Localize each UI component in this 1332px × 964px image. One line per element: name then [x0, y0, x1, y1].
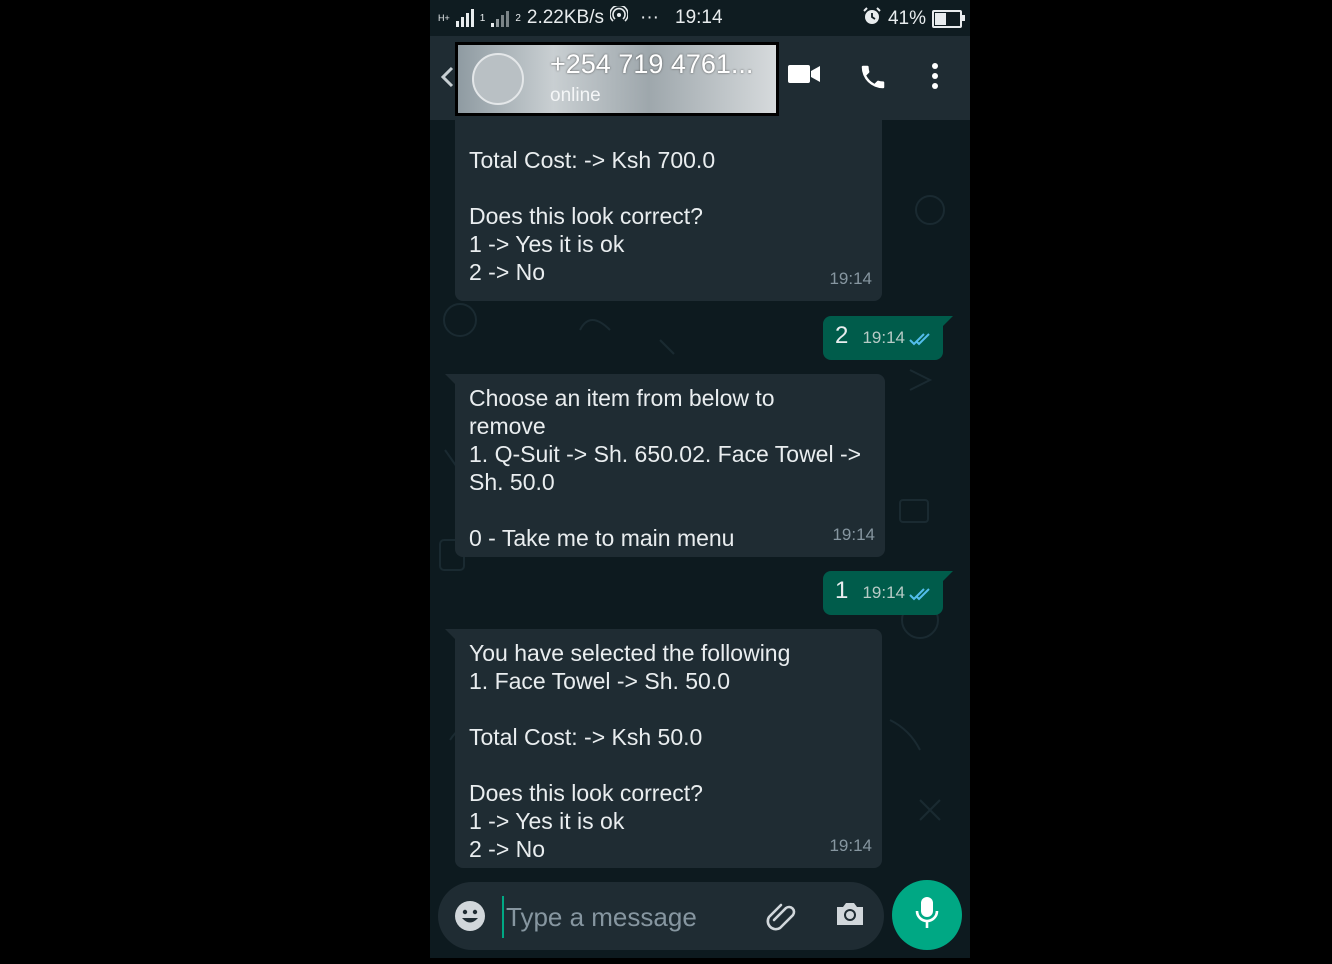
- message-bubble-outgoing[interactable]: 2 19:14: [823, 316, 953, 360]
- message-line: Total Cost: -> Ksh 50.0: [469, 724, 703, 750]
- message-time: 19:14: [832, 525, 875, 544]
- battery-icon: [932, 10, 965, 28]
- microphone-icon: [915, 896, 939, 935]
- alarm-icon: [862, 6, 882, 32]
- network-type-label: H+: [438, 12, 450, 23]
- message-line: [469, 695, 868, 723]
- message-line: 2 -> No: [469, 259, 546, 285]
- message-line: Choose an item from below to: [469, 385, 775, 411]
- signal-strength-2-icon: [491, 9, 510, 27]
- sim1-label: 1: [479, 12, 486, 24]
- message-line: Sh. 50.0: [469, 469, 555, 495]
- contact-name: +254 719 4761...: [550, 49, 754, 79]
- contact-avatar[interactable]: [472, 53, 524, 105]
- message-line: 1 -> Yes it is ok: [469, 808, 625, 834]
- message-line: 1. Q-Suit -> Sh. 650.02. Face Towel ->: [469, 441, 862, 467]
- sim2-label: 2: [515, 12, 521, 24]
- voice-call-icon[interactable]: [858, 62, 888, 97]
- message-line: [469, 751, 868, 779]
- video-call-icon[interactable]: [787, 62, 821, 91]
- message-line: [469, 496, 871, 524]
- camera-icon[interactable]: [834, 900, 866, 933]
- hotspot-icon: [609, 4, 629, 30]
- message-line: 2 -> No: [469, 836, 546, 862]
- read-receipt-icon: [909, 324, 933, 352]
- message-time: 19:14: [862, 328, 905, 347]
- status-time: 19:14: [675, 7, 723, 28]
- message-line: [469, 174, 868, 202]
- voice-message-button[interactable]: [892, 880, 962, 950]
- message-time: 19:14: [829, 269, 872, 288]
- more-notifications: ···: [640, 7, 659, 28]
- message-bubble-incoming[interactable]: Choose an item from below to remove 1. Q…: [445, 374, 885, 557]
- message-input[interactable]: [502, 896, 748, 938]
- message-time: 19:14: [862, 583, 905, 602]
- phone-screen: H+ 1 2 2.22KB/s ··· 19:14 41% +254 719 4…: [430, 0, 970, 958]
- message-line: 1 -> Yes it is ok: [469, 231, 625, 257]
- signal-strength-icon: [455, 9, 474, 27]
- message-line: remove: [469, 413, 546, 439]
- attach-icon[interactable]: [766, 900, 800, 937]
- status-right: 41%: [862, 6, 965, 32]
- message-line: Does this look correct?: [469, 203, 703, 229]
- message-line: Total Cost: -> Ksh 700.0: [469, 147, 716, 173]
- message-bubble-incoming[interactable]: You have selected the following 1. Face …: [445, 629, 882, 868]
- message-time: 19:14: [829, 836, 872, 855]
- status-bar: H+ 1 2 2.22KB/s ··· 19:14 41%: [430, 0, 970, 36]
- message-bubble-incoming[interactable]: Total Cost: -> Ksh 700.0 Does this look …: [455, 120, 882, 301]
- message-line: 1. Face Towel -> Sh. 50.0: [469, 668, 731, 694]
- read-receipt-icon: [909, 579, 933, 607]
- contact-info[interactable]: +254 719 4761... online: [455, 42, 779, 116]
- emoji-icon[interactable]: [454, 900, 486, 937]
- message-line: Does this look correct?: [469, 780, 703, 806]
- message-composer: [438, 882, 884, 950]
- chat-header: +254 719 4761... online: [430, 36, 970, 120]
- status-left: H+ 1 2 2.22KB/s ···: [438, 4, 659, 30]
- contact-status: online: [550, 85, 601, 106]
- back-arrow-icon[interactable]: [440, 66, 454, 95]
- battery-percent: 41%: [887, 8, 926, 29]
- message-line: You have selected the following: [469, 640, 791, 666]
- chat-messages[interactable]: No plan. Just doing my best at the momen…: [430, 120, 970, 876]
- message-bubble-outgoing[interactable]: 1 19:14: [823, 571, 953, 615]
- message-line: 0 - Take me to main menu: [469, 525, 735, 551]
- network-speed: 2.22KB/s: [526, 7, 604, 28]
- more-options-icon[interactable]: [930, 62, 940, 95]
